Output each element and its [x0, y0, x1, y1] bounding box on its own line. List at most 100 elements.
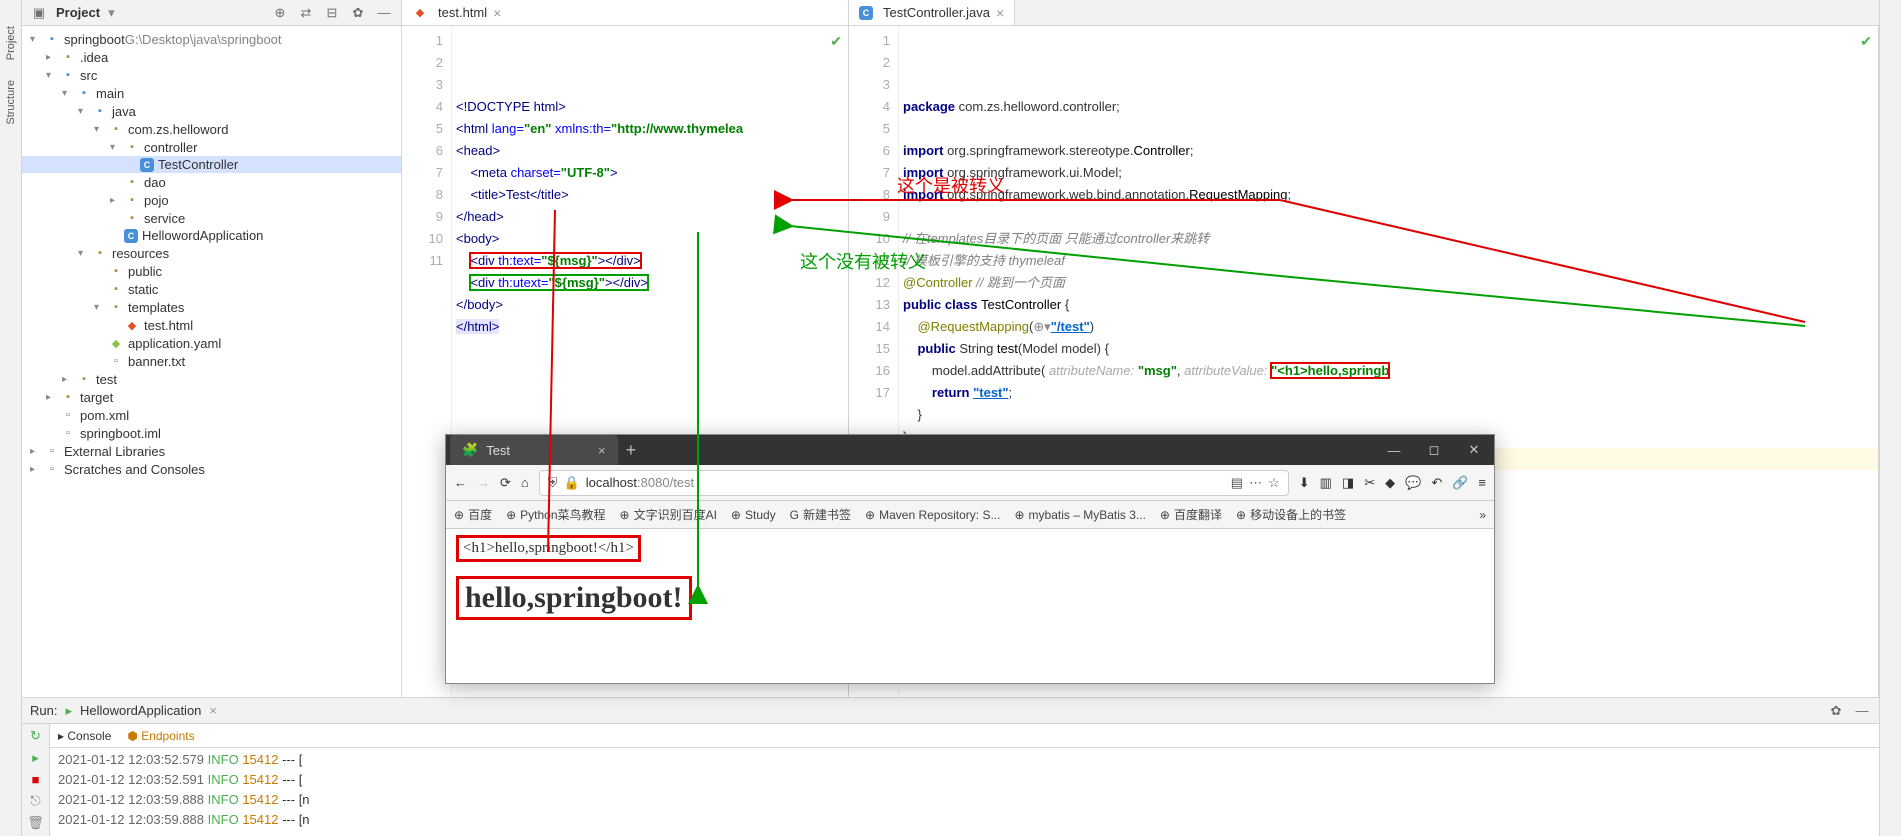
url-port: :8080 [637, 475, 670, 490]
close-icon[interactable]: × [996, 5, 1004, 21]
tree-item[interactable]: ▾▪templates [22, 298, 401, 316]
browser-tab[interactable]: 🧩 Test × [450, 435, 618, 465]
bookmark-item[interactable]: ⊕百度 [454, 506, 492, 523]
run-config[interactable]: HellowordApplication [80, 703, 201, 718]
tree-item[interactable]: ▪public [22, 262, 401, 280]
tab-testcontroller[interactable]: C TestController.java × [849, 0, 1015, 25]
tree-item[interactable]: ▪dao [22, 173, 401, 191]
close-window-icon[interactable]: ✕ [1454, 435, 1494, 465]
ext1-icon[interactable]: ◆ [1385, 475, 1395, 491]
bookmark-icon: ⊕ [865, 508, 875, 522]
folder-icon: ▪ [124, 139, 140, 155]
shield-icon[interactable]: ⛨ [548, 475, 558, 491]
java-icon: C [124, 229, 138, 243]
bookmark-item[interactable]: ⊕百度翻译 [1160, 506, 1222, 523]
back-icon[interactable]: ← [454, 475, 467, 490]
console-tab[interactable]: ▸ Console [58, 729, 111, 743]
forward-icon[interactable]: → [477, 475, 490, 490]
reader-icon[interactable]: ▤ [1231, 475, 1243, 491]
bookmark-icon: G [790, 508, 799, 522]
bookmark-item[interactable]: ⊕mybatis – MyBatis 3... [1014, 508, 1145, 522]
lock-icon[interactable]: 🔒 [564, 475, 580, 491]
java-icon: C [859, 6, 873, 20]
exit-icon[interactable]: ⎋ [30, 793, 40, 809]
tree-item[interactable]: ▫springboot.iml [22, 424, 401, 442]
tree-item[interactable]: ▾▪src [22, 66, 401, 84]
tree-item[interactable]: ▫banner.txt [22, 352, 401, 370]
maximize-icon[interactable]: ◻ [1414, 435, 1454, 465]
browser-titlebar[interactable]: 🧩 Test × + — ◻ ✕ [446, 435, 1494, 465]
tree-item[interactable]: ▾▪com.zs.helloword [22, 120, 401, 138]
download-icon[interactable]: ⬇ [1299, 475, 1310, 491]
tree-item[interactable]: ▸▪target [22, 388, 401, 406]
folder-icon: ▪ [108, 281, 124, 297]
settings-icon[interactable]: ✿ [349, 4, 367, 22]
tree-item[interactable]: CHellowordApplication [22, 227, 401, 244]
tree-item[interactable]: ▸▫External Libraries [22, 442, 401, 460]
gear-icon[interactable]: ✿ [1827, 702, 1845, 720]
left-tool-rail: Project Structure [0, 0, 22, 836]
rerun-icon[interactable]: ↻ [30, 728, 41, 744]
bookmark-item[interactable]: ⊕移动设备上的书签 [1236, 506, 1346, 523]
close-icon[interactable]: × [209, 703, 217, 718]
reload-icon[interactable]: ⟳ [500, 475, 511, 491]
tree-item[interactable]: ▪service [22, 209, 401, 227]
file-icon: ▫ [60, 425, 76, 441]
project-tree[interactable]: ▾▪springboot G:\Desktop\java\springboot▸… [22, 26, 402, 482]
tree-item[interactable]: ▾▪main [22, 84, 401, 102]
tree-item[interactable]: ▸▪.idea [22, 48, 401, 66]
bookmark-item[interactable]: ⊕Study [731, 508, 776, 522]
more-icon[interactable]: ⋯ [1249, 475, 1262, 491]
tree-item[interactable]: ▸▪test [22, 370, 401, 388]
ext2-icon[interactable]: 💬 [1405, 475, 1421, 491]
tree-item[interactable]: ▾▪springboot G:\Desktop\java\springboot [22, 30, 401, 48]
tab-test-html[interactable]: ◆ test.html × [402, 0, 849, 25]
bookmark-item[interactable]: ⊕文字识别百度AI [620, 506, 717, 523]
hide-icon[interactable]: — [375, 4, 393, 22]
locate-icon[interactable]: ⊕ [271, 4, 289, 22]
home-icon[interactable]: ⌂ [521, 475, 529, 490]
tree-item[interactable]: ▾▪controller [22, 138, 401, 156]
folder-icon: ▪ [108, 263, 124, 279]
folder-blue-icon: ▪ [76, 85, 92, 101]
overflow-icon[interactable]: » [1479, 508, 1486, 522]
expand-icon[interactable]: ⇄ [297, 4, 315, 22]
tree-item[interactable]: ▾▪java [22, 102, 401, 120]
tree-item[interactable]: ▪static [22, 280, 401, 298]
rail-structure-label[interactable]: Structure [5, 80, 17, 125]
tree-item[interactable]: ▸▫Scratches and Consoles [22, 460, 401, 478]
bookmark-item[interactable]: G新建书签 [790, 506, 851, 523]
bookmark-item[interactable]: ⊕Maven Repository: S... [865, 508, 1000, 522]
rail-project-label[interactable]: Project [5, 26, 17, 60]
run-icon[interactable]: ▸ [32, 750, 39, 766]
close-icon[interactable]: × [598, 443, 606, 458]
menu-icon[interactable]: ≡ [1478, 475, 1486, 490]
endpoints-tab[interactable]: ⬢ Endpoints [127, 729, 194, 743]
tree-item[interactable]: ▾▪resources [22, 244, 401, 262]
sidebar-icon[interactable]: ◨ [1342, 475, 1354, 491]
console-output[interactable]: 2021-01-12 12:03:52.579 INFO 15412 --- [… [50, 748, 1879, 836]
trash-icon[interactable]: 🗑 [27, 815, 44, 831]
tree-item[interactable]: ▫pom.xml [22, 406, 401, 424]
new-tab-icon[interactable]: + [626, 440, 637, 461]
tree-item[interactable]: CTestController [22, 156, 401, 173]
tree-item[interactable]: ◆test.html [22, 316, 401, 334]
minimize-icon[interactable]: — [1374, 435, 1414, 465]
star-icon[interactable]: ☆ [1268, 475, 1280, 491]
url-host: localhost [586, 475, 637, 490]
screenshot-icon[interactable]: ✂ [1364, 475, 1375, 491]
close-icon[interactable]: × [493, 5, 501, 21]
yaml-icon: ◆ [108, 335, 124, 351]
tree-item[interactable]: ▸▪pojo [22, 191, 401, 209]
url-bar[interactable]: ⛨ 🔒 localhost:8080/test ▤ ⋯ ☆ [539, 470, 1289, 496]
collapse-icon[interactable]: ⊟ [323, 4, 341, 22]
ext4-icon[interactable]: 🔗 [1452, 475, 1468, 491]
ext3-icon[interactable]: ↶ [1431, 475, 1442, 491]
stop-icon[interactable]: ■ [32, 772, 40, 787]
bookmark-item[interactable]: ⊕Python菜鸟教程 [506, 506, 605, 523]
library-icon[interactable]: ▥ [1320, 475, 1332, 491]
tree-item[interactable]: ◆application.yaml [22, 334, 401, 352]
hide-icon[interactable]: — [1853, 702, 1871, 720]
right-tool-rail [1879, 0, 1901, 836]
dropdown-icon[interactable]: ▾ [108, 5, 115, 21]
